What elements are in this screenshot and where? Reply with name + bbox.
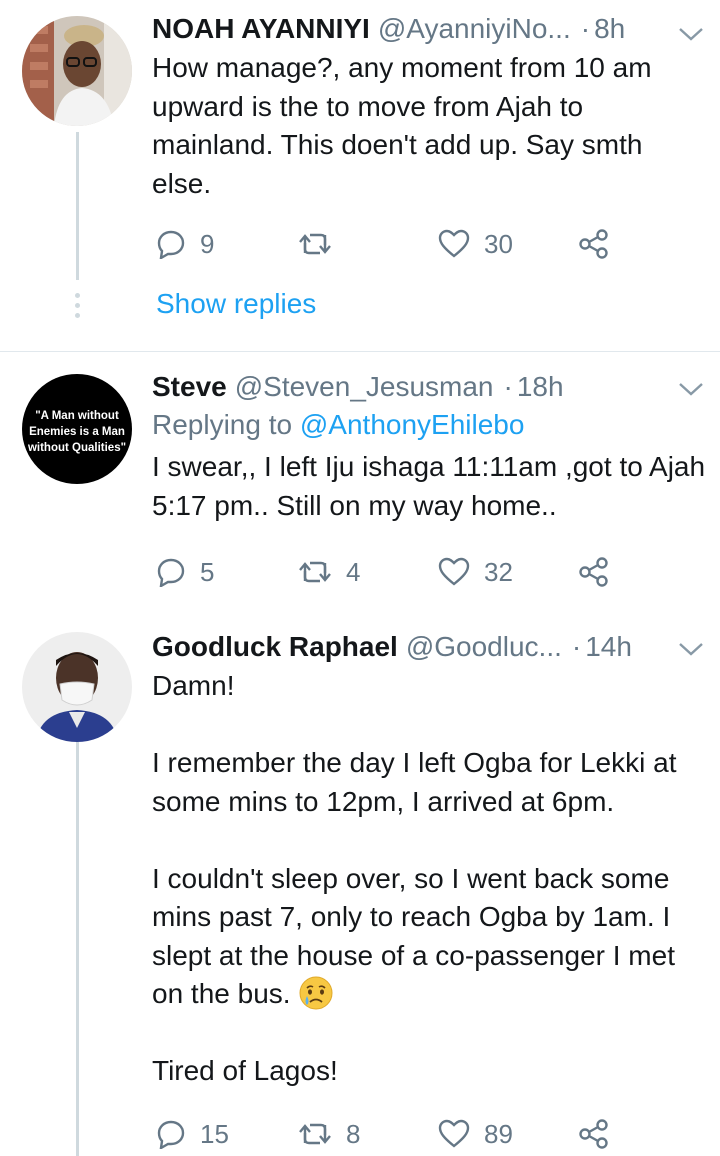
like-button[interactable]: 89 [438, 1114, 513, 1154]
tweet-text: How manage?, any moment from 10 am upwar… [152, 52, 652, 199]
tweet-2[interactable]: "A Man without Enemies is a Man without … [0, 352, 720, 608]
timestamp[interactable]: 18h [517, 370, 564, 404]
retweet-icon [299, 561, 331, 583]
tweet-1[interactable]: NOAH AYANNIYI @AyanniyiNo... · 8h How ma… [0, 0, 720, 352]
thread-line [76, 132, 79, 280]
reply-count: 5 [200, 556, 215, 587]
avatar[interactable] [22, 16, 132, 126]
reply-button[interactable]: 5 [156, 552, 214, 592]
tweet-actions: 9 30 [152, 224, 622, 264]
chevron-down-icon[interactable] [676, 24, 706, 44]
display-name[interactable]: Goodluck Raphael [152, 630, 398, 664]
share-button[interactable] [578, 224, 610, 264]
tweet-actions: 5 4 32 [152, 552, 622, 592]
tweet-header: Goodluck Raphael @Goodluc... · 14h [152, 630, 706, 664]
tweet-text: Damn! I remember the day I left Ogba for… [152, 667, 706, 1091]
user-handle[interactable]: @AyanniyiNo... [378, 12, 571, 46]
like-count: 89 [484, 1118, 513, 1149]
display-name[interactable]: NOAH AYANNIYI [152, 12, 370, 46]
heart-icon [438, 557, 470, 586]
like-count: 30 [484, 228, 513, 259]
separator: · [503, 371, 513, 402]
reply-count: 15 [200, 1118, 229, 1149]
share-button[interactable] [578, 1114, 610, 1154]
tweet-header: NOAH AYANNIYI @AyanniyiNo... · 8h [152, 12, 706, 46]
retweet-icon [299, 1123, 331, 1145]
user-photo-icon [22, 632, 132, 742]
tweet-3[interactable]: Goodluck Raphael @Goodluc... · 14h Damn!… [0, 608, 720, 1156]
like-count: 32 [484, 556, 513, 587]
share-icon [579, 229, 608, 259]
tweet-text-part-1: Damn! I remember the day I left Ogba for… [152, 670, 677, 1009]
crying-face-icon [299, 976, 333, 1010]
heart-icon [438, 229, 470, 258]
timestamp[interactable]: 14h [585, 630, 632, 664]
reply-icon [157, 558, 185, 587]
chevron-down-icon[interactable] [676, 639, 706, 659]
replying-label: Replying to [152, 409, 293, 440]
user-handle[interactable]: @Steven_Jesusman [235, 370, 494, 404]
separator: · [580, 13, 591, 44]
chevron-down-icon[interactable] [676, 379, 706, 399]
tweet-header: Steve @Steven_Jesusman · 18h [152, 370, 706, 404]
retweet-button[interactable]: 4 [298, 552, 360, 592]
retweet-count: 8 [346, 1118, 361, 1149]
avatar[interactable]: "A Man without Enemies is a Man without … [22, 374, 132, 484]
tweet-text-part-2: Tired of Lagos! [152, 1055, 338, 1086]
reply-icon [157, 1120, 185, 1149]
reply-count: 9 [200, 228, 215, 259]
avatar[interactable] [22, 632, 132, 742]
tweet-text: I swear,, I left Iju ishaga 11:11am ,got… [152, 451, 706, 521]
thread-line [76, 742, 79, 1156]
heart-icon [438, 1119, 470, 1148]
reply-icon [157, 230, 185, 259]
replying-handle-link[interactable]: @AnthonyEhilebo [300, 409, 525, 440]
reply-button[interactable]: 9 [156, 224, 214, 264]
display-name[interactable]: Steve [152, 370, 227, 404]
show-replies-link[interactable]: Show replies [156, 288, 316, 320]
retweet-button[interactable]: 8 [298, 1114, 360, 1154]
retweet-button[interactable] [298, 224, 346, 264]
replying-to: Replying to @AnthonyEhilebo [152, 408, 706, 442]
user-handle[interactable]: @Goodluc... [406, 630, 562, 664]
timestamp[interactable]: 8h [594, 12, 625, 46]
thread-dots [73, 293, 81, 318]
retweet-icon [299, 233, 331, 255]
share-icon [579, 1119, 608, 1149]
separator: · [571, 631, 582, 662]
retweet-count: 4 [346, 556, 361, 587]
like-button[interactable]: 32 [438, 552, 513, 592]
avatar-quote: "A Man without Enemies is a Man without … [27, 410, 127, 454]
like-button[interactable]: 30 [438, 224, 513, 264]
user-photo-icon [22, 16, 132, 126]
share-button[interactable] [578, 552, 610, 592]
tweet-actions: 15 8 89 [152, 1114, 622, 1154]
reply-button[interactable]: 15 [156, 1114, 229, 1154]
share-icon [579, 557, 608, 587]
